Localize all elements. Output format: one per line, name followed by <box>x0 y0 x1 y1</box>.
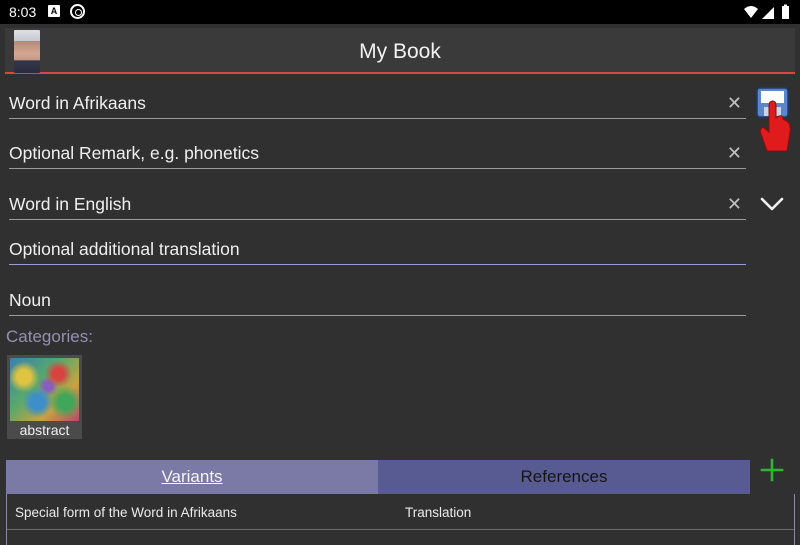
table-header: Special form of the Word in Afrikaans Tr… <box>7 494 794 530</box>
remark-field[interactable]: Optional Remark, e.g. phonetics ✕ <box>9 135 746 169</box>
notification-a-icon: A <box>48 5 60 17</box>
battery-icon <box>782 6 789 19</box>
additional-translation-field[interactable]: Optional additional translation <box>9 231 746 265</box>
column-header-special-form: Special form of the Word in Afrikaans <box>15 505 237 520</box>
add-variant-button[interactable] <box>760 458 784 482</box>
wifi-icon <box>744 6 758 18</box>
tab-references[interactable]: References <box>378 460 750 494</box>
status-time: 8:03 <box>9 4 37 20</box>
word-type-field[interactable]: Noun <box>9 282 746 316</box>
translation-input[interactable]: Word in English <box>9 194 131 215</box>
sync-icon <box>70 4 85 19</box>
column-header-translation: Translation <box>405 505 472 520</box>
additional-translation-input[interactable]: Optional additional translation <box>9 239 240 260</box>
system-status-icons <box>744 4 789 19</box>
remark-input[interactable]: Optional Remark, e.g. phonetics <box>9 143 259 164</box>
clear-translation-icon[interactable]: ✕ <box>727 195 742 213</box>
save-button[interactable] <box>756 86 791 156</box>
status-bar: 8:03 A <box>0 0 800 24</box>
chevron-down-icon[interactable] <box>758 190 786 218</box>
category-item[interactable]: abstract <box>7 355 82 439</box>
category-image <box>10 358 79 421</box>
word-type-select[interactable]: Noun <box>9 290 51 311</box>
word-input[interactable]: Word in Afrikaans <box>9 93 146 114</box>
signal-icon <box>762 7 774 19</box>
translation-field[interactable]: Word in English ✕ <box>9 186 746 220</box>
page-title: My Book <box>359 40 441 63</box>
tab-variants[interactable]: Variants <box>6 460 378 494</box>
clear-word-icon[interactable]: ✕ <box>727 94 742 112</box>
word-field[interactable]: Word in Afrikaans ✕ <box>9 85 746 119</box>
variants-table: Special form of the Word in Afrikaans Tr… <box>6 494 795 545</box>
categories-label: Categories: <box>6 327 93 346</box>
category-name: abstract <box>19 422 70 438</box>
clear-remark-icon[interactable]: ✕ <box>727 144 742 162</box>
app-bar: My Book <box>5 28 795 74</box>
